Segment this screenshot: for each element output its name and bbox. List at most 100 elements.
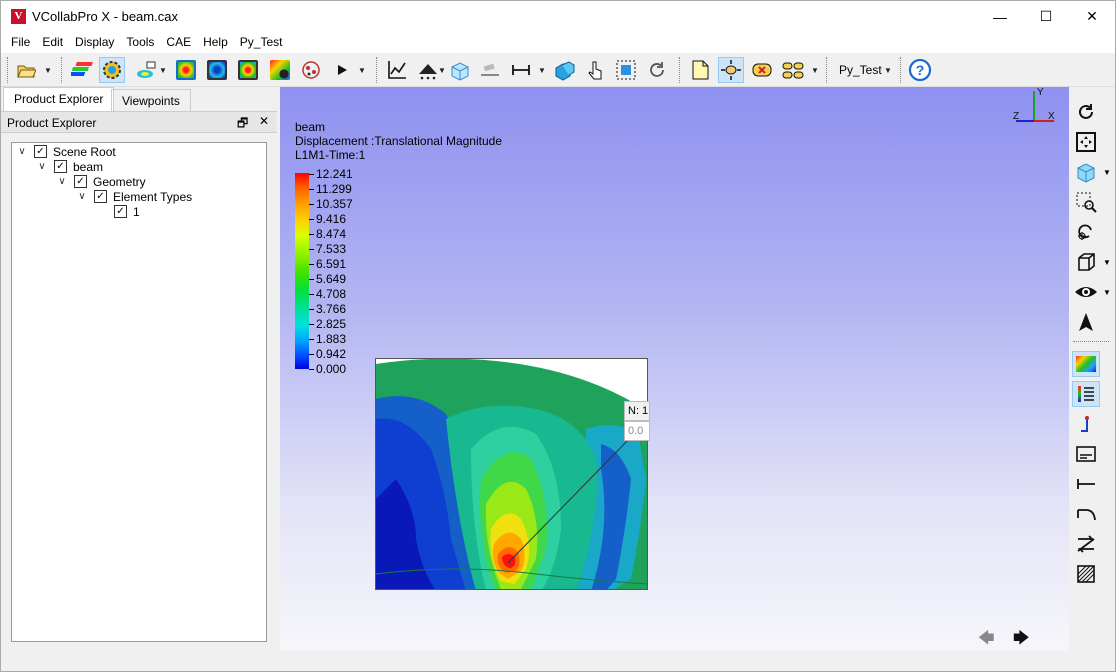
- app-logo-icon: V: [11, 9, 26, 24]
- axis-triad-icon: Y X Z: [1013, 87, 1055, 122]
- graph-icon[interactable]: [384, 57, 410, 83]
- hatch-icon[interactable]: [1072, 561, 1100, 587]
- tree-item-element-types[interactable]: ∨ ✓ Element Types: [76, 189, 192, 204]
- play-icon[interactable]: [329, 57, 355, 83]
- checkbox[interactable]: ✓: [114, 205, 127, 218]
- tree-item-1[interactable]: ✓ 1: [96, 204, 140, 219]
- probe-label[interactable]: N: 1 0.0: [624, 401, 650, 443]
- fit-view-icon[interactable]: [1072, 129, 1100, 155]
- right-toolbar: ▼ ▼ ▼: [1069, 87, 1115, 651]
- axis-x-label: X: [1048, 111, 1055, 122]
- close-button[interactable]: ✕: [1069, 1, 1115, 32]
- wireframe-dropdown-icon[interactable]: ▼: [1103, 258, 1111, 267]
- animation-settings-icon[interactable]: [267, 57, 293, 83]
- cube-view-dropdown-icon[interactable]: ▼: [1103, 168, 1111, 177]
- visibility-icon[interactable]: [1072, 279, 1100, 305]
- window-title: VCollabPro X - beam.cax: [32, 9, 178, 24]
- close-icon: ✕: [1086, 8, 1098, 24]
- float-panel-icon[interactable]: 🗗: [237, 114, 248, 135]
- probe-dropdown-icon[interactable]: ▼: [159, 66, 167, 75]
- legend-list-icon[interactable]: [1072, 381, 1100, 407]
- distance-icon[interactable]: [508, 57, 534, 83]
- previous-arrow-icon[interactable]: 🡄: [978, 627, 995, 651]
- probe-icon[interactable]: [133, 57, 159, 83]
- menu-py-test[interactable]: Py_Test: [234, 32, 289, 53]
- checkbox[interactable]: ✓: [74, 175, 87, 188]
- wireframe-icon[interactable]: [1072, 249, 1100, 275]
- refresh-icon[interactable]: [644, 57, 670, 83]
- menu-file[interactable]: File: [5, 32, 36, 53]
- close-panel-icon[interactable]: ✕: [259, 114, 269, 128]
- markers-icon[interactable]: [298, 57, 324, 83]
- explode-icon[interactable]: [551, 57, 577, 83]
- caption-icon[interactable]: [1072, 441, 1100, 467]
- labels-icon[interactable]: [780, 57, 806, 83]
- help-icon[interactable]: ?: [907, 57, 933, 83]
- contour-icon[interactable]: [173, 57, 199, 83]
- 3d-viewport[interactable]: beam Displacement :Translational Magnitu…: [280, 87, 1069, 651]
- menu-edit[interactable]: Edit: [36, 32, 69, 53]
- checkbox[interactable]: ✓: [94, 190, 107, 203]
- pick-icon[interactable]: [582, 57, 608, 83]
- note-icon[interactable]: [687, 57, 713, 83]
- measure-icon[interactable]: [477, 57, 503, 83]
- maximize-icon: ☐: [1039, 8, 1053, 24]
- minimize-button[interactable]: —: [977, 1, 1023, 32]
- py-test-dropdown-icon[interactable]: ▼: [884, 66, 892, 75]
- tree-item-scene-root[interactable]: ∨ ✓ Scene Root: [16, 144, 115, 159]
- axis-marker-icon[interactable]: [1072, 411, 1100, 437]
- expand-icon[interactable]: ∨: [76, 191, 88, 202]
- menu-help[interactable]: Help: [197, 32, 234, 53]
- open-dropdown-icon[interactable]: ▼: [44, 66, 52, 75]
- menu-tools[interactable]: Tools: [120, 32, 160, 53]
- isoline-icon[interactable]: [235, 57, 261, 83]
- tab-viewpoints[interactable]: Viewpoints: [111, 89, 191, 111]
- vector-dropdown-icon[interactable]: ▼: [438, 66, 446, 75]
- toolbar-separator: [7, 57, 8, 83]
- model-render[interactable]: [375, 358, 648, 590]
- visibility-dropdown-icon[interactable]: ▼: [1103, 288, 1111, 297]
- tab-product-explorer[interactable]: Product Explorer: [3, 87, 115, 111]
- transform-icon[interactable]: [1072, 531, 1100, 557]
- dimension-icon[interactable]: [1072, 471, 1100, 497]
- pointer-icon[interactable]: [1072, 309, 1100, 335]
- legend-tick: [309, 174, 314, 175]
- layers-icon[interactable]: [69, 57, 95, 83]
- rotate-icon[interactable]: [1072, 99, 1100, 125]
- select-box-icon[interactable]: [613, 57, 639, 83]
- zoom-box-icon[interactable]: [1072, 189, 1100, 215]
- axis-y-label: Y: [1037, 87, 1044, 98]
- open-folder-icon[interactable]: [13, 57, 39, 83]
- play-dropdown-icon[interactable]: ▼: [358, 66, 366, 75]
- title-bar: V VCollabPro X - beam.cax — ☐ ✕: [1, 1, 1115, 32]
- checkbox[interactable]: ✓: [34, 145, 47, 158]
- legend-color-icon[interactable]: [1072, 351, 1100, 377]
- tree-item-beam[interactable]: ∨ ✓ beam: [36, 159, 103, 174]
- expand-icon[interactable]: ∨: [36, 161, 48, 172]
- arc-icon[interactable]: [1072, 501, 1100, 527]
- checkbox[interactable]: ✓: [54, 160, 67, 173]
- menu-display[interactable]: Display: [69, 32, 120, 53]
- section-icon[interactable]: [446, 57, 472, 83]
- pan-icon[interactable]: [718, 57, 744, 83]
- delete-label-icon[interactable]: [749, 57, 775, 83]
- distance-dropdown-icon[interactable]: ▼: [538, 66, 546, 75]
- expand-icon[interactable]: ∨: [56, 176, 68, 187]
- menu-cae[interactable]: CAE: [160, 32, 197, 53]
- tree-item-geometry[interactable]: ∨ ✓ Geometry: [56, 174, 145, 189]
- labels-dropdown-icon[interactable]: ▼: [811, 66, 819, 75]
- legend-value: 6.591: [316, 257, 347, 271]
- minimize-icon: —: [993, 8, 1007, 25]
- legend-tick: [309, 339, 314, 340]
- svg-text:?: ?: [916, 62, 925, 78]
- fringe-icon[interactable]: [204, 57, 230, 83]
- settings-icon[interactable]: [99, 57, 125, 83]
- rotate-point-icon[interactable]: [1072, 219, 1100, 245]
- expand-icon[interactable]: ∨: [16, 146, 28, 157]
- legend-value: 3.766: [316, 302, 347, 316]
- maximize-button[interactable]: ☐: [1023, 1, 1069, 32]
- next-arrow-icon[interactable]: 🡆: [1013, 627, 1030, 651]
- cube-view-icon[interactable]: [1072, 159, 1100, 185]
- result-label: Displacement :Translational Magnitude: [295, 134, 502, 148]
- legend-value: 4.708: [316, 287, 347, 301]
